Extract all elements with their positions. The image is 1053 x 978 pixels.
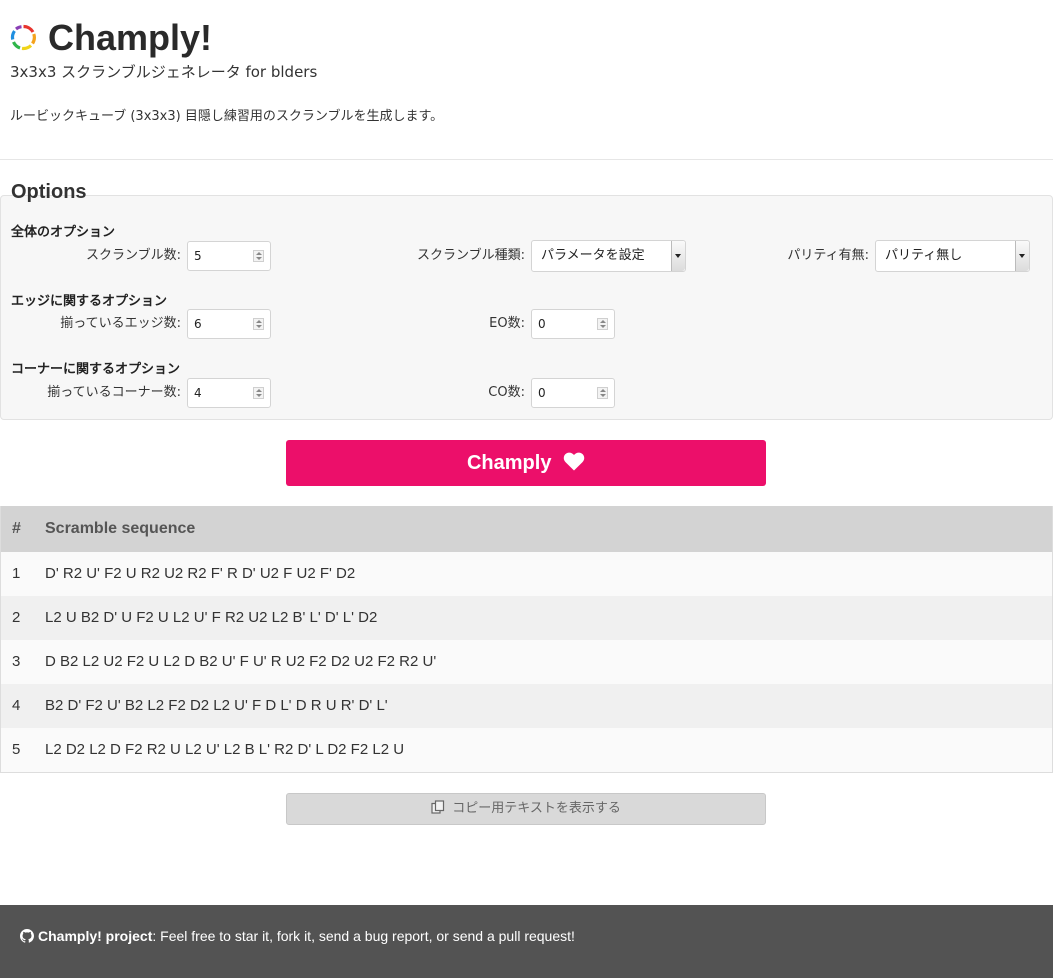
scramble-count-spinner[interactable] — [253, 250, 264, 262]
header: Champly! 3x3x3 スクランブルジェネレータ for blders ル… — [0, 0, 1053, 160]
solved-corners-value: 4 — [194, 386, 202, 400]
table-row: 1 D' R2 U' F2 U R2 U2 R2 F' R D' U2 F U2… — [1, 552, 1052, 596]
co-label: CO数: — [488, 385, 525, 400]
scramble-sequence: D B2 L2 U2 F2 U L2 D B2 U' F U' R U2 F2 … — [45, 653, 437, 670]
solved-edges-spinner[interactable] — [253, 318, 264, 330]
general-options-heading: 全体のオプション — [11, 225, 116, 240]
scramble-type-select[interactable]: パラメータを設定 — [531, 240, 686, 272]
chevron-down-icon — [671, 241, 685, 271]
header-number: # — [12, 520, 21, 537]
eo-value: 0 — [538, 317, 546, 331]
table-header: # Scramble sequence — [1, 506, 1052, 552]
solved-edges-input[interactable]: 6 — [187, 309, 271, 339]
eo-label: EO数: — [489, 316, 525, 331]
solved-edges-label: 揃っているエッジ数: — [60, 316, 181, 331]
co-value: 0 — [538, 386, 546, 400]
scramble-count-label: スクランブル数: — [86, 248, 181, 263]
parity-value: パリティ無し — [885, 248, 963, 263]
champly-project-link[interactable]: Champly! project — [38, 928, 152, 944]
row-number: 2 — [12, 609, 21, 626]
champly-button-label: Champly — [466, 452, 552, 474]
footer-line: Champly! project: Feel free to star it, … — [20, 905, 575, 967]
scramble-table: # Scramble sequence 1 D' R2 U' F2 U R2 U… — [0, 506, 1053, 773]
parity-select[interactable]: パリティ無し — [875, 240, 1030, 272]
show-copy-text-button[interactable]: コピー用テキストを表示する — [286, 793, 766, 825]
row-number: 4 — [12, 697, 21, 714]
table-row: 3 D B2 L2 U2 F2 U L2 D B2 U' F U' R U2 F… — [1, 640, 1052, 684]
solved-corners-label: 揃っているコーナー数: — [47, 385, 181, 400]
solved-corners-spinner[interactable] — [253, 387, 264, 399]
github-icon — [20, 928, 34, 943]
edge-options-heading: エッジに関するオプション — [11, 294, 168, 309]
eo-input[interactable]: 0 — [531, 309, 615, 339]
copy-button-label: コピー用テキストを表示する — [452, 801, 621, 816]
champly-generate-button[interactable]: Champly — [286, 440, 766, 486]
scramble-type-label: スクランブル種類: — [417, 248, 525, 263]
co-spinner[interactable] — [597, 387, 608, 399]
header-scramble-sequence: Scramble sequence — [45, 520, 196, 537]
row-number: 1 — [12, 565, 21, 582]
solved-corners-input[interactable]: 4 — [187, 378, 271, 408]
corner-options-heading: コーナーに関するオプション — [11, 362, 181, 377]
row-number: 5 — [12, 741, 21, 758]
footer: Champly! project: Feel free to star it, … — [0, 905, 1053, 978]
page-title: Champly! — [48, 17, 213, 58]
table-row: 5 L2 D2 L2 D F2 R2 U L2 U' L2 B L' R2 D'… — [1, 728, 1052, 772]
page-description: ルービックキューブ (3x3x3) 目隠し練習用のスクランブルを生成します。 — [10, 109, 444, 124]
scramble-type-value: パラメータを設定 — [541, 248, 645, 263]
row-number: 3 — [12, 653, 21, 670]
solved-edges-value: 6 — [194, 317, 202, 331]
table-row: 2 L2 U B2 D' U F2 U L2 U' F R2 U2 L2 B' … — [1, 596, 1052, 640]
scramble-count-value: 5 — [194, 249, 202, 263]
scramble-count-input[interactable]: 5 — [187, 241, 271, 271]
parity-label: パリティ有無: — [787, 248, 869, 263]
heart-icon — [563, 452, 585, 471]
footer-text: : Feel free to star it, fork it, send a … — [152, 928, 575, 944]
scramble-sequence: L2 U B2 D' U F2 U L2 U' F R2 U2 L2 B' L'… — [45, 609, 378, 626]
co-input[interactable]: 0 — [531, 378, 615, 408]
scramble-sequence: D' R2 U' F2 U R2 U2 R2 F' R D' U2 F U2 F… — [45, 565, 356, 582]
scramble-sequence: B2 D' F2 U' B2 L2 F2 D2 L2 U' F D L' D R… — [45, 697, 388, 714]
table-row: 4 B2 D' F2 U' B2 L2 F2 D2 L2 U' F D L' D… — [1, 684, 1052, 728]
page-subtitle: 3x3x3 スクランブルジェネレータ for blders — [10, 63, 318, 81]
chevron-down-icon — [1015, 241, 1029, 271]
copy-icon — [431, 800, 445, 814]
eo-spinner[interactable] — [597, 318, 608, 330]
scramble-sequence: L2 D2 L2 D F2 R2 U L2 U' L2 B L' R2 D' L… — [45, 741, 405, 758]
options-title: Options — [11, 181, 87, 203]
champly-logo-icon — [10, 24, 36, 51]
